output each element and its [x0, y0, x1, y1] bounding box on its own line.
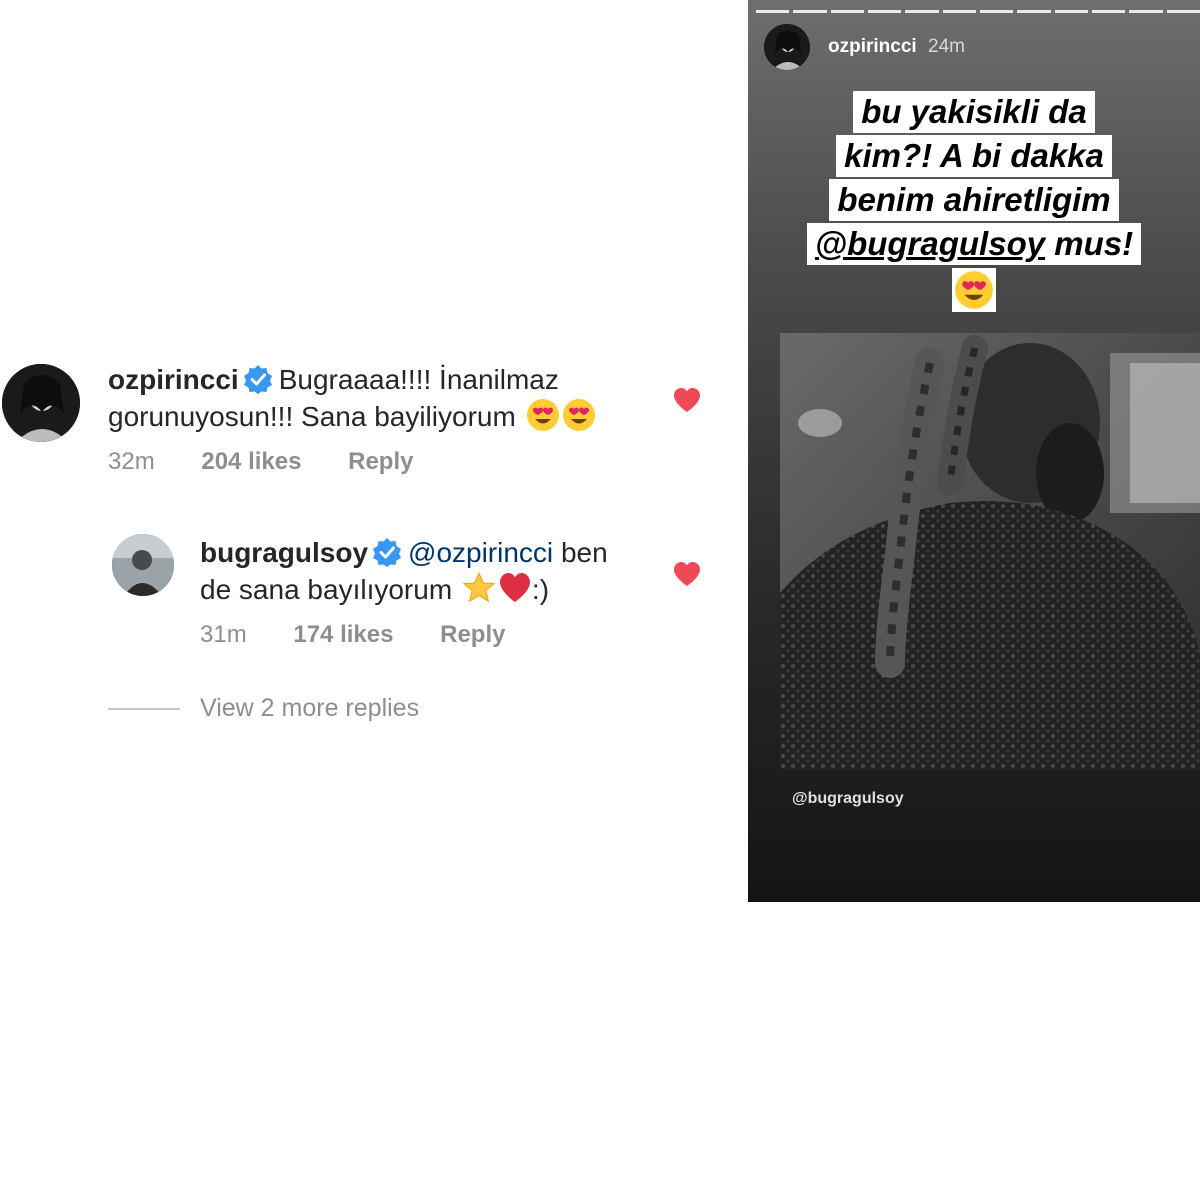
- comment-text-line1: Bugraaaa!!!! İnanilmaz: [278, 364, 559, 395]
- caption-line: @bugragulsoy mus!: [806, 223, 1142, 265]
- comment-time: 32m: [108, 448, 155, 475]
- story-progress-bar: [756, 10, 1200, 13]
- story-photo[interactable]: [780, 333, 1200, 770]
- progress-segment: [830, 10, 864, 13]
- verified-badge-icon: [243, 364, 273, 394]
- heart-eyes-emoji-icon: [526, 398, 560, 432]
- caption-line: benim ahiretligim: [829, 179, 1119, 221]
- like-heart-icon[interactable]: [673, 561, 701, 587]
- comment-text-line2: de sana bayılıyorum: [200, 574, 453, 605]
- comment-meta: 32m 204 likes Reply: [108, 448, 453, 476]
- view-more-label: View 2 more replies: [200, 694, 420, 722]
- progress-segment: [756, 10, 790, 13]
- star-emoji-icon: [462, 571, 496, 605]
- story-avatar[interactable]: [764, 24, 810, 70]
- divider: [108, 708, 180, 711]
- comment-likes[interactable]: 204 likes: [201, 448, 301, 475]
- verified-badge-icon: [372, 537, 402, 567]
- heart-eyes-emoji-icon: [952, 268, 996, 312]
- caption-line: kim?! A bi dakka: [836, 135, 1112, 177]
- profile-photo-icon: [764, 24, 810, 70]
- heart-eyes-emoji-icon: [562, 398, 596, 432]
- comment-time: 31m: [200, 621, 247, 648]
- comment-username[interactable]: bugragulsoy: [200, 537, 368, 568]
- progress-segment: [1129, 10, 1163, 13]
- comment-username[interactable]: ozpirincci: [108, 364, 239, 395]
- progress-segment: [905, 10, 939, 13]
- comment-body: bugragulsoy @ozpirincci ben de sana bayıl…: [200, 535, 660, 608]
- progress-segment: [942, 10, 976, 13]
- photo-mention-tag[interactable]: @bugragulsoy: [792, 790, 904, 808]
- story-time: 24m: [928, 36, 965, 57]
- view-more-replies-button[interactable]: View 2 more replies: [108, 694, 419, 723]
- profile-photo-icon: [112, 534, 174, 596]
- photo-image: [780, 333, 1200, 770]
- progress-segment: [1017, 10, 1051, 13]
- comment-text-line2: gorunuyosun!!! Sana bayiliyorum: [108, 401, 516, 432]
- red-heart-emoji-icon: [498, 571, 532, 605]
- like-heart-icon[interactable]: [673, 387, 701, 413]
- story-caption: bu yakisikli da kim?! A bi dakka benim a…: [748, 90, 1200, 317]
- comment-body: ozpirincci Bugraaaa!!!! İnanilmaz gorunuy…: [108, 362, 648, 435]
- progress-segment: [1166, 10, 1200, 13]
- comment-text-line1: ben: [560, 537, 608, 568]
- profile-photo-icon: [2, 364, 80, 442]
- comment-likes[interactable]: 174 likes: [293, 621, 393, 648]
- mention-link[interactable]: @ozpirincci: [408, 537, 553, 568]
- avatar[interactable]: [2, 364, 80, 442]
- comment-text-end: :): [531, 574, 550, 605]
- reply-button[interactable]: Reply: [440, 621, 505, 648]
- comment-meta: 31m 174 likes Reply: [200, 621, 545, 649]
- caption-mention[interactable]: @bugragulsoy: [815, 225, 1045, 262]
- progress-segment: [979, 10, 1014, 13]
- story-viewer[interactable]: ozpirincci 24m bu yakisikli da kim?! A b…: [748, 0, 1200, 902]
- progress-segment: [867, 10, 902, 13]
- progress-segment: [1054, 10, 1088, 13]
- avatar[interactable]: [112, 534, 174, 596]
- progress-segment: [1091, 10, 1126, 13]
- story-username[interactable]: ozpirincci: [828, 36, 917, 58]
- progress-segment: [793, 10, 827, 13]
- reply-button[interactable]: Reply: [348, 448, 413, 475]
- caption-mention-after: mus!: [1045, 225, 1134, 262]
- caption-line: bu yakisikli da: [853, 91, 1095, 133]
